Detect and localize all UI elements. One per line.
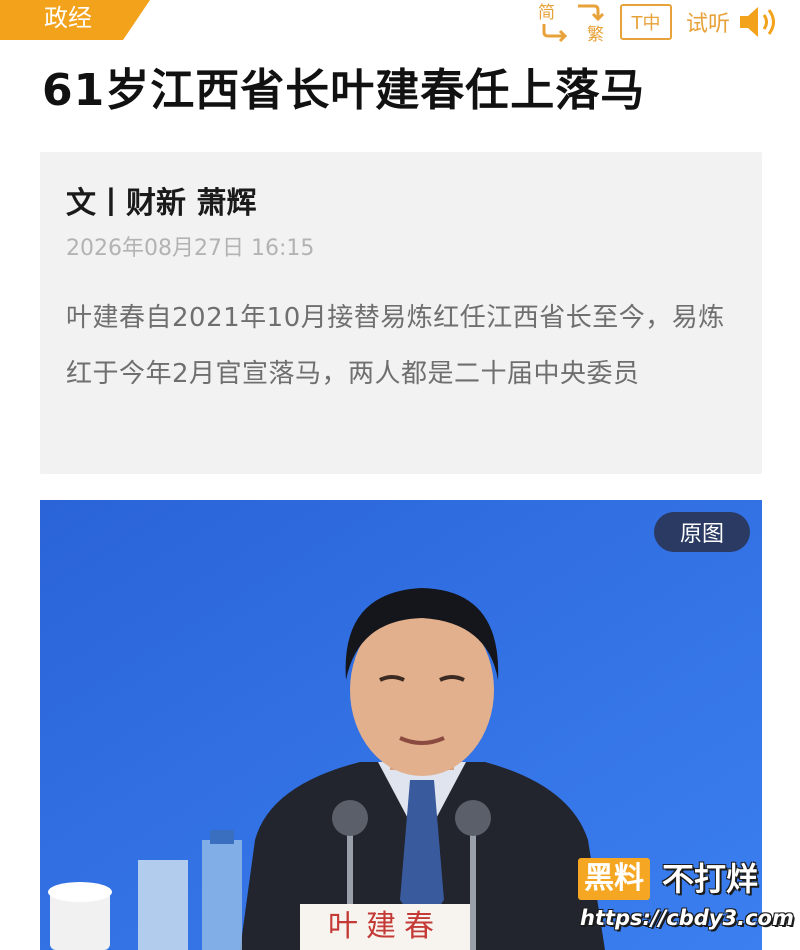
watermark-url: https://cbdy3.com (580, 906, 794, 930)
simplified-traditional-toggle[interactable]: 简 繁 (534, 0, 606, 45)
listen-button[interactable]: 试听 (686, 4, 782, 40)
publish-timestamp: 2026年08月27日 16:15 (66, 236, 315, 261)
article-summary: 叶建春自2021年10月接替易炼红任江西省长至今，易炼红于今年2月官宣落马，两人… (66, 303, 725, 389)
simplified-label: 简 (537, 3, 555, 23)
watermark-text: 不打烊 (662, 860, 759, 898)
speaker-icon (740, 7, 775, 37)
article-title: 61岁江西省长叶建春任上落马 (42, 65, 646, 116)
top-bar: 政经 简 繁 T中 试听 (0, 0, 800, 48)
listen-label: 试听 (685, 12, 730, 37)
original-image-button[interactable]: 原图 (654, 512, 750, 552)
byline: 文丨财新 萧辉 (66, 186, 257, 221)
nameplate: 叶建春 (328, 909, 442, 944)
watermark-logo-box: 黑料 (578, 858, 650, 900)
summary-card: 文丨财新 萧辉 2026年08月27日 16:15 叶建春自2021年10月接替… (40, 152, 762, 474)
category-tag[interactable]: 政经 (0, 0, 150, 40)
traditional-label: 繁 (586, 25, 604, 45)
font-size-button[interactable]: T中 (619, 4, 672, 40)
toolbar: 简 繁 T中 试听 (534, 0, 782, 45)
watermark: 黑料 不打烊 https://cbdy3.com (578, 858, 798, 938)
